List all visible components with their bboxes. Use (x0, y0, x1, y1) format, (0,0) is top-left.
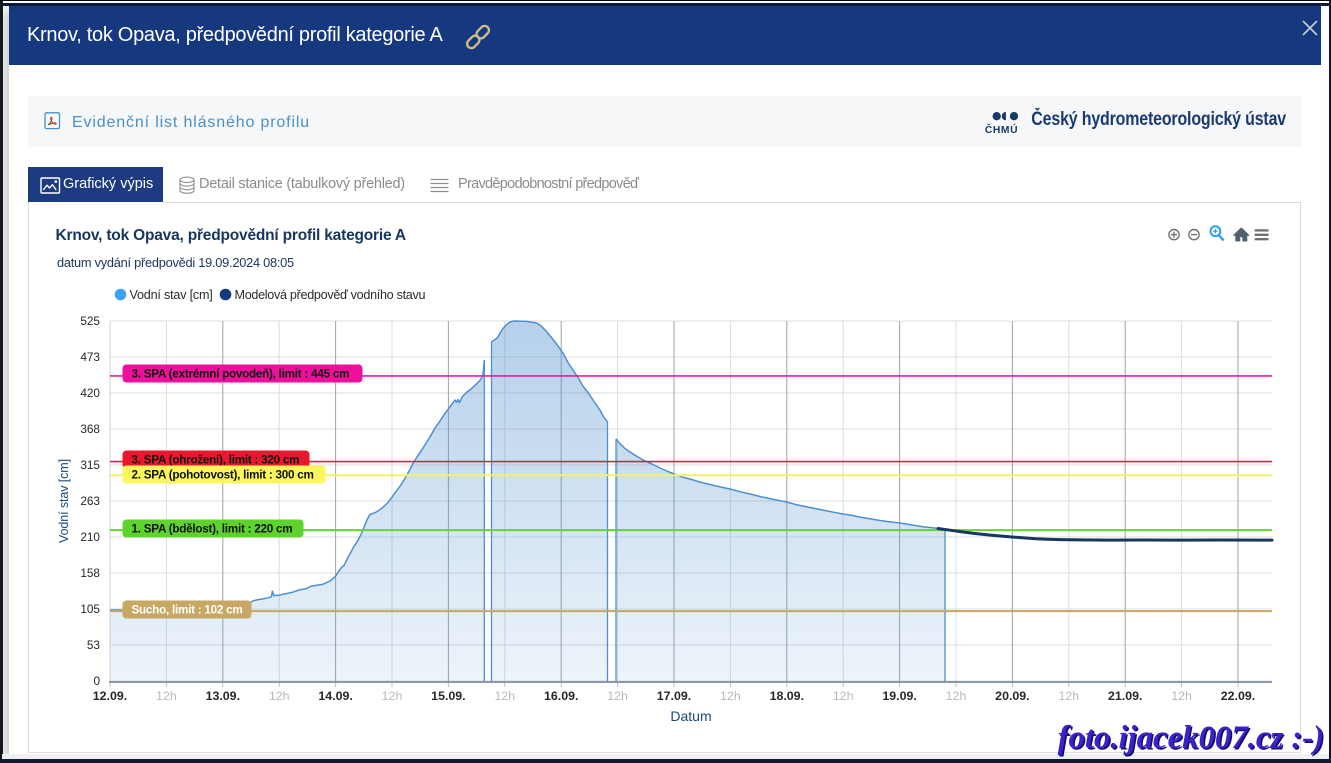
svg-text:473: 473 (80, 350, 100, 364)
svg-text:12h: 12h (720, 689, 741, 703)
svg-text:12h: 12h (946, 689, 967, 703)
svg-text:19.09.: 19.09. (882, 689, 916, 703)
svg-text:15.09.: 15.09. (431, 689, 465, 703)
svg-text:Vodní stav [cm]: Vodní stav [cm] (130, 288, 213, 302)
svg-text:21.09.: 21.09. (1108, 689, 1142, 703)
svg-text:Vodní stav [cm]: Vodní stav [cm] (57, 459, 71, 543)
svg-text:12h: 12h (833, 689, 854, 703)
svg-text:210: 210 (80, 530, 100, 544)
svg-text:16.09.: 16.09. (544, 689, 578, 703)
svg-text:525: 525 (80, 314, 100, 328)
svg-text:12.09.: 12.09. (93, 689, 127, 703)
svg-text:12h: 12h (607, 689, 628, 703)
svg-text:17.09.: 17.09. (657, 689, 691, 703)
svg-text:158: 158 (80, 566, 100, 580)
svg-text:1. SPA (bdělost), limit : 220: 1. SPA (bdělost), limit : 220 cm (132, 523, 293, 536)
svg-text:12h: 12h (1058, 689, 1079, 703)
svg-text:12h: 12h (494, 689, 515, 703)
svg-text:2. SPA (pohotovost), limit : 3: 2. SPA (pohotovost), limit : 300 cm (132, 469, 314, 482)
svg-text:0: 0 (93, 674, 100, 688)
svg-text:105: 105 (80, 602, 100, 616)
svg-text:13.09.: 13.09. (206, 689, 240, 703)
svg-text:12h: 12h (156, 689, 177, 703)
svg-text:12h: 12h (1171, 689, 1192, 703)
svg-text:315: 315 (80, 458, 100, 472)
svg-text:Modelová předpověď vodního sta: Modelová předpověď vodního stavu (235, 288, 426, 302)
svg-text:12h: 12h (269, 689, 290, 703)
svg-text:12h: 12h (382, 689, 403, 703)
svg-text:368: 368 (80, 422, 100, 436)
svg-text:14.09.: 14.09. (318, 689, 352, 703)
svg-text:263: 263 (80, 494, 100, 508)
svg-text:3. SPA (ohrožení), limit : 320: 3. SPA (ohrožení), limit : 320 cm (132, 454, 300, 467)
svg-text:20.09.: 20.09. (995, 689, 1029, 703)
svg-text:18.09.: 18.09. (770, 689, 804, 703)
svg-text:3. SPA (extrémní povodeň), lim: 3. SPA (extrémní povodeň), limit : 445 c… (132, 368, 350, 381)
svg-text:Sucho, limit : 102 cm: Sucho, limit : 102 cm (132, 604, 243, 617)
svg-text:420: 420 (80, 386, 100, 400)
svg-text:22.09.: 22.09. (1221, 689, 1255, 703)
svg-text:53: 53 (87, 638, 101, 652)
